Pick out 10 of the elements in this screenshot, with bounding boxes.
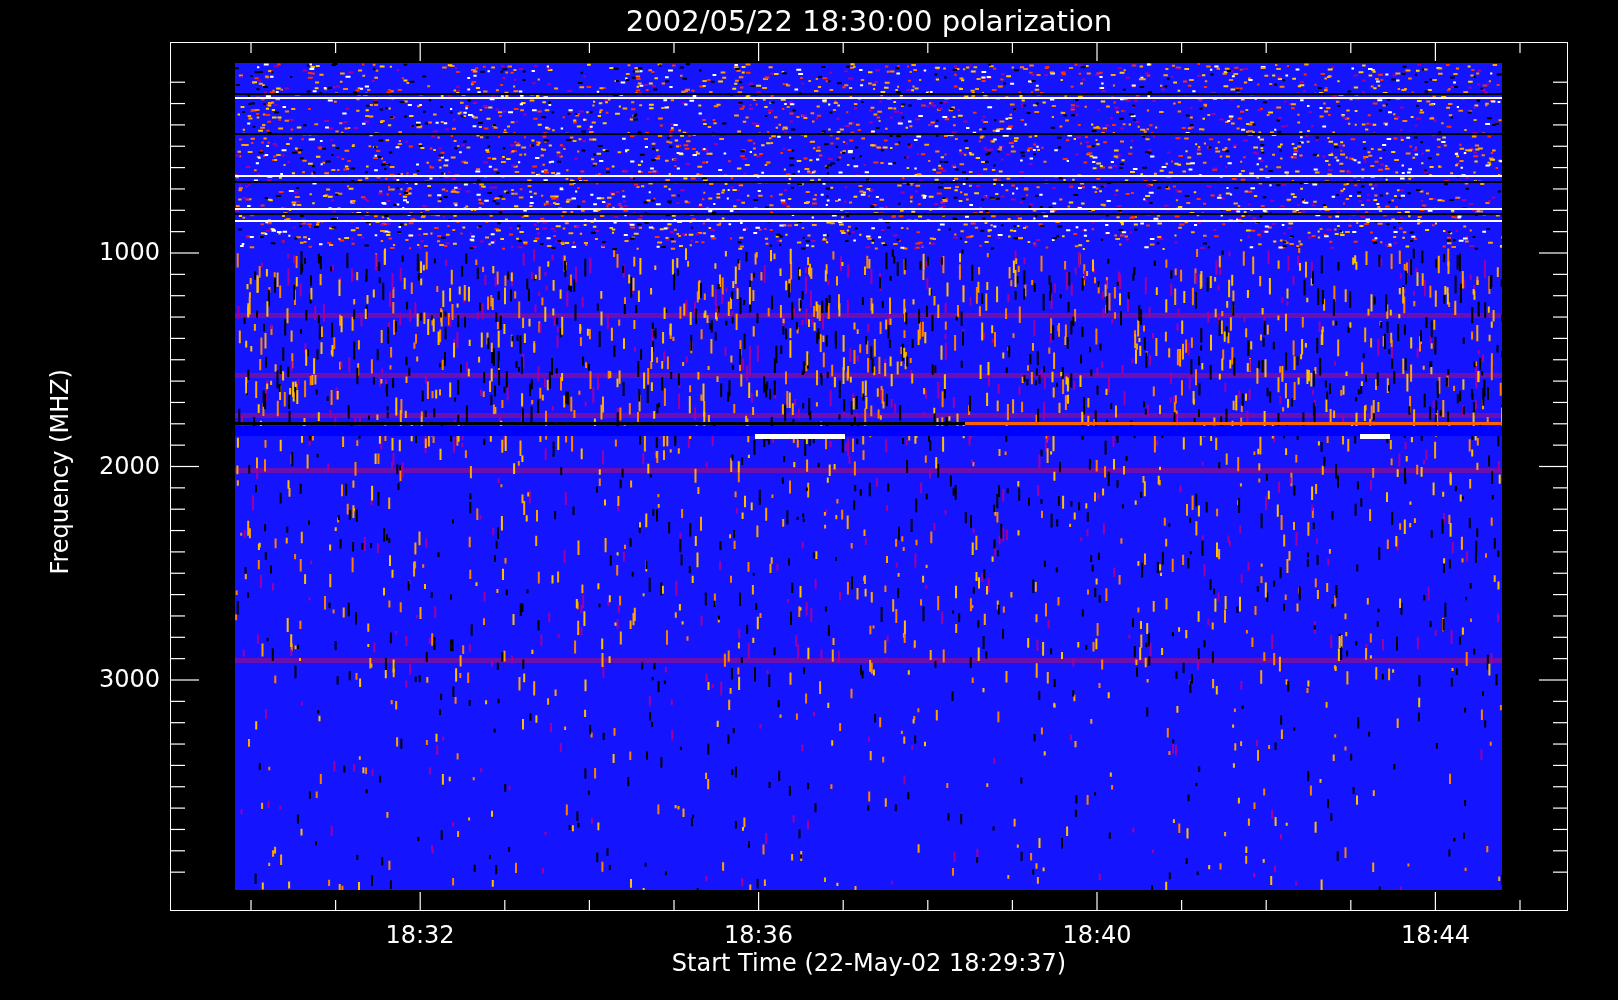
chart-title: 2002/05/22 18:30:00 polarization: [625, 6, 1113, 36]
x-tick-label: 18:32: [384, 923, 456, 947]
y-tick-label: 3000: [98, 667, 160, 691]
y-tick-label: 1000: [98, 240, 160, 264]
x-axis-label: Start Time (22-May-02 18:29:37): [671, 951, 1067, 975]
y-tick-label: 2000: [98, 453, 160, 478]
x-tick-label: 18:44: [1399, 923, 1472, 947]
x-tick-label: 18:40: [1061, 923, 1133, 947]
x-tick-label: 18:36: [722, 923, 795, 947]
y-axis-label: Frequency (MHZ): [45, 369, 75, 575]
